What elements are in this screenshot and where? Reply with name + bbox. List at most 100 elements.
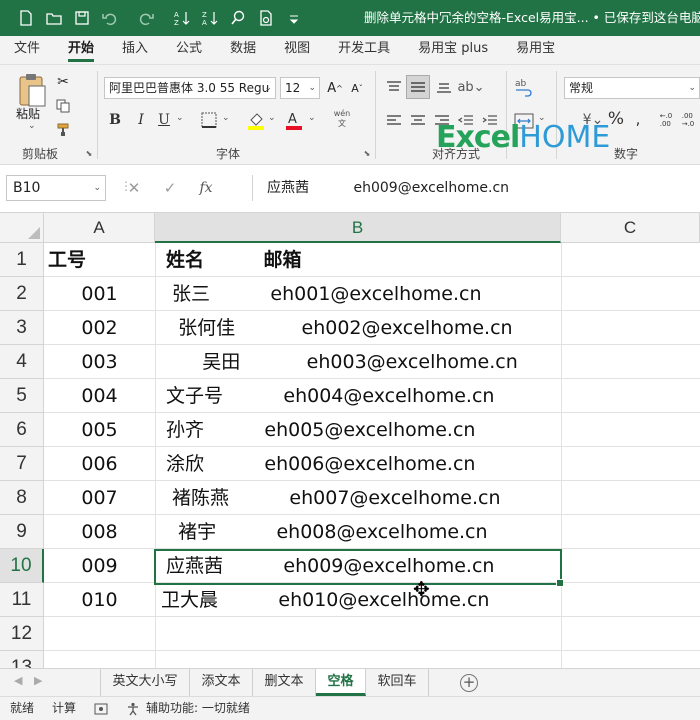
row-header-3[interactable]: 3: [0, 311, 44, 345]
tab-file[interactable]: 文件: [0, 35, 54, 64]
bold-button[interactable]: B: [105, 109, 125, 131]
new-file-icon[interactable]: [14, 6, 38, 30]
border-dropdown-icon[interactable]: ⌄: [222, 113, 230, 123]
number-format-combo[interactable]: 常规 ⌄: [564, 77, 700, 99]
sheet-scroll-right-icon[interactable]: ▶: [34, 674, 42, 687]
cell-a11[interactable]: 010: [44, 583, 155, 617]
status-calculate[interactable]: 计算: [52, 697, 76, 720]
cell-a2[interactable]: 001: [44, 277, 155, 311]
cell-a4[interactable]: 003: [44, 345, 155, 379]
font-launcher-icon[interactable]: ⬊: [362, 147, 372, 159]
row-header-1[interactable]: 1: [0, 243, 44, 277]
italic-button[interactable]: I: [131, 109, 151, 131]
font-color-dropdown-icon[interactable]: ⌄: [308, 113, 316, 123]
cell-b11[interactable]: 卫大晨 eh010@excelhome.cn: [161, 583, 489, 617]
cell-a12[interactable]: [44, 617, 155, 651]
cell-b8[interactable]: 褚陈燕 eh007@excelhome.cn: [166, 481, 500, 515]
clipboard-launcher-icon[interactable]: ⬊: [84, 147, 94, 159]
undo-icon[interactable]: [98, 6, 122, 30]
cell-a1[interactable]: 工号: [48, 243, 86, 277]
redo-icon[interactable]: [134, 6, 158, 30]
paste-dropdown-icon[interactable]: ⌄: [28, 121, 36, 131]
align-center-icon[interactable]: [408, 111, 428, 131]
cell-a13[interactable]: [44, 651, 155, 668]
sheet-tab-soft-return[interactable]: 软回车: [366, 669, 429, 696]
row-header-10[interactable]: 10: [0, 549, 44, 583]
cell-b9[interactable]: 褚宇 eh008@excelhome.cn: [166, 515, 487, 549]
increase-font-icon[interactable]: A ^: [326, 77, 344, 99]
print-preview-icon[interactable]: [254, 6, 278, 30]
cell-b3[interactable]: 张何佳 eh002@excelhome.cn: [166, 311, 513, 345]
row-header-6[interactable]: 6: [0, 413, 44, 447]
tab-developer[interactable]: 开发工具: [324, 35, 404, 64]
font-color-icon[interactable]: A: [284, 109, 304, 131]
macro-record-icon[interactable]: [94, 701, 108, 715]
sort-asc-icon[interactable]: AZ: [170, 6, 194, 30]
tab-insert[interactable]: 插入: [108, 35, 162, 64]
customize-icon[interactable]: [282, 6, 306, 30]
select-all-button[interactable]: [0, 213, 44, 243]
add-sheet-button[interactable]: +: [460, 674, 478, 692]
tab-view[interactable]: 视图: [270, 35, 324, 64]
cell-b1[interactable]: 姓名 邮箱: [166, 243, 302, 277]
font-name-combo[interactable]: 阿里巴巴普惠体 3.0 55 Regu ⌄: [104, 77, 276, 99]
sheet-tab-spaces[interactable]: 空格: [316, 669, 366, 696]
row-header-11[interactable]: 11: [0, 583, 44, 617]
row-header-7[interactable]: 7: [0, 447, 44, 481]
align-middle-icon[interactable]: [406, 75, 430, 99]
insert-function-button[interactable]: fx: [188, 180, 224, 196]
cell-b6[interactable]: 孙齐 eh005@excelhome.cn: [166, 413, 475, 447]
status-accessibility[interactable]: 辅助功能: 一切就绪: [146, 697, 250, 720]
sheet-tab-case[interactable]: 英文大小写: [100, 669, 190, 696]
row-header-12[interactable]: 12: [0, 617, 44, 651]
sheet-scroll-left-icon[interactable]: ◀: [14, 674, 22, 687]
align-bottom-icon[interactable]: [434, 77, 454, 97]
align-top-icon[interactable]: [384, 77, 404, 97]
underline-dropdown-icon[interactable]: ⌄: [176, 113, 184, 123]
formula-input[interactable]: 应燕茜 eh009@excelhome.cn: [252, 175, 700, 201]
confirm-entry-button[interactable]: ✓: [152, 179, 188, 197]
cut-icon[interactable]: ✂: [54, 73, 72, 91]
phonetic-button[interactable]: wén文: [330, 109, 354, 129]
row-header-4[interactable]: 4: [0, 345, 44, 379]
cancel-entry-button[interactable]: ✕: [116, 179, 152, 197]
format-painter-icon[interactable]: [54, 121, 72, 139]
paste-button[interactable]: 粘贴: [16, 105, 40, 122]
worksheet-grid[interactable]: A B C 1 工号 姓名 邮箱 2 001 张三 eh001@excelhome.cn…: [0, 213, 700, 668]
column-header-c[interactable]: C: [561, 213, 700, 243]
comma-style-icon[interactable]: ,: [628, 107, 648, 131]
tab-easytool-plus[interactable]: 易用宝 plus: [404, 35, 502, 64]
cell-b7[interactable]: 涂欣 eh006@excelhome.cn: [166, 447, 475, 481]
border-icon[interactable]: [200, 111, 218, 129]
row-header-5[interactable]: 5: [0, 379, 44, 413]
underline-button[interactable]: U: [154, 109, 174, 131]
tab-data[interactable]: 数据: [216, 35, 270, 64]
align-left-icon[interactable]: [384, 111, 404, 131]
cell-b4[interactable]: 吴田 eh003@excelhome.cn: [166, 345, 518, 379]
fill-color-dropdown-icon[interactable]: ⌄: [268, 113, 276, 123]
column-header-a[interactable]: A: [44, 213, 155, 243]
font-size-combo[interactable]: 12 ⌄: [280, 77, 320, 99]
decrease-decimal-icon[interactable]: .00 →.0: [678, 107, 698, 133]
orientation-icon[interactable]: ab⌄: [457, 77, 484, 97]
cell-a9[interactable]: 008: [44, 515, 155, 549]
sort-desc-icon[interactable]: ZA: [198, 6, 222, 30]
cell-a6[interactable]: 005: [44, 413, 155, 447]
open-folder-icon[interactable]: [42, 6, 66, 30]
wrap-text-icon[interactable]: ab: [512, 75, 536, 99]
cell-a7[interactable]: 006: [44, 447, 155, 481]
row-header-9[interactable]: 9: [0, 515, 44, 549]
tab-home[interactable]: 开始: [54, 35, 108, 64]
cell-b5[interactable]: 文子号 eh004@excelhome.cn: [166, 379, 494, 413]
cell-a8[interactable]: 007: [44, 481, 155, 515]
cell-a10[interactable]: 009: [44, 549, 155, 583]
row-header-8[interactable]: 8: [0, 481, 44, 515]
row-header-13[interactable]: 13: [0, 651, 44, 668]
accessibility-icon[interactable]: [126, 701, 140, 716]
row-header-2[interactable]: 2: [0, 277, 44, 311]
sheet-tab-add-text[interactable]: 添文本: [190, 669, 253, 696]
cell-b2[interactable]: 张三 eh001@excelhome.cn: [166, 277, 481, 311]
sheet-tab-delete-text[interactable]: 删文本: [253, 669, 316, 696]
name-box[interactable]: B10 ⌄: [6, 175, 106, 201]
decrease-font-icon[interactable]: Aˇ: [348, 77, 366, 99]
